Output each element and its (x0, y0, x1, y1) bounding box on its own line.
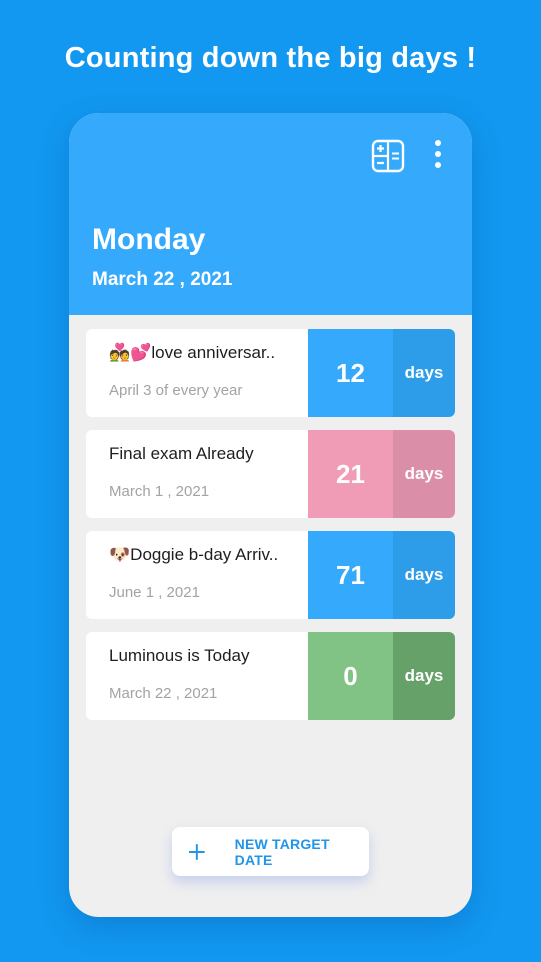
days-unit: days (393, 329, 455, 417)
days-count: 0 (308, 632, 393, 720)
new-target-date-button[interactable]: NEW TARGET DATE (172, 827, 369, 876)
event-date: March 22 , 2021 (109, 685, 218, 702)
app-screen: Monday March 22 , 2021 💑💕love anniversar… (69, 113, 472, 917)
new-target-date-label: NEW TARGET DATE (234, 835, 330, 868)
event-info: Final exam Already March 1 , 2021 (86, 430, 308, 518)
days-count: 12 (308, 329, 393, 417)
promo-headline: Counting down the big days ! (64, 42, 477, 74)
event-row[interactable]: Final exam Already March 1 , 2021 21 day… (86, 430, 455, 518)
event-date: April 3 of every year (109, 382, 243, 399)
date-header: Monday March 22 , 2021 (69, 113, 472, 315)
event-date: March 1 , 2021 (109, 483, 210, 500)
event-title: Luminous is Today (109, 646, 250, 665)
plus-icon (188, 843, 205, 860)
event-row[interactable]: 💑💕love anniversar.. April 3 of every yea… (86, 329, 455, 417)
calculator-icon[interactable] (371, 139, 405, 173)
current-date: March 22 , 2021 (92, 269, 233, 290)
event-info: 🐶Doggie b-day Arriv.. June 1 , 2021 (86, 531, 308, 619)
event-row[interactable]: 🐶Doggie b-day Arriv.. June 1 , 2021 71 d… (86, 531, 455, 619)
event-title: 💑💕love anniversar.. (109, 343, 276, 362)
day-name: Monday (92, 223, 206, 256)
days-count: 21 (308, 430, 393, 518)
event-row[interactable]: Luminous is Today March 22 , 2021 0 days (86, 632, 455, 720)
event-list: 💑💕love anniversar.. April 3 of every yea… (86, 329, 455, 733)
days-count: 71 (308, 531, 393, 619)
days-unit: days (393, 430, 455, 518)
more-vert-icon[interactable] (427, 139, 449, 173)
event-title: 🐶Doggie b-day Arriv.. (109, 545, 279, 564)
days-unit: days (393, 632, 455, 720)
days-unit: days (393, 531, 455, 619)
event-info: 💑💕love anniversar.. April 3 of every yea… (86, 329, 308, 417)
event-title: Final exam Already (109, 444, 254, 463)
event-date: June 1 , 2021 (109, 584, 200, 601)
event-info: Luminous is Today March 22 , 2021 (86, 632, 308, 720)
